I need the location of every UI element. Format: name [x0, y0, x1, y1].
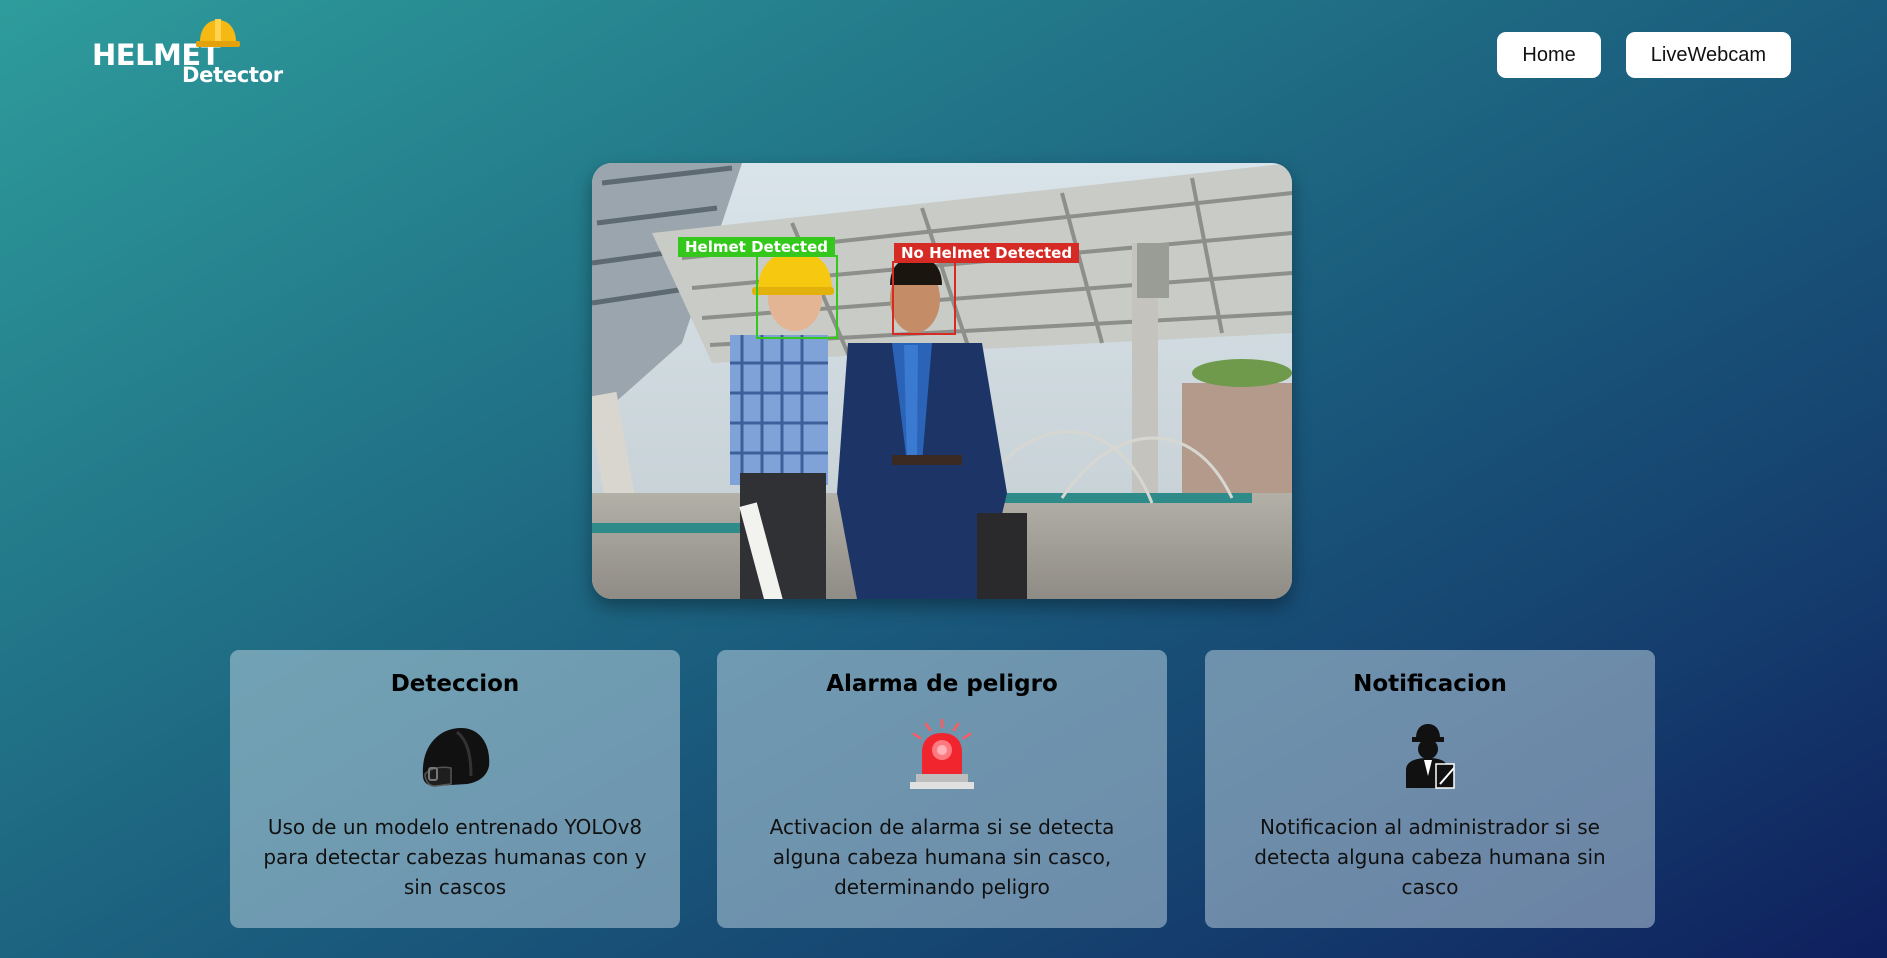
- card-text: Activacion de alarma si se detecta algun…: [769, 815, 1115, 899]
- card-text: Uso de un modelo entrenado YOLOv8 para d…: [263, 815, 647, 899]
- helmet-detection-box: [756, 255, 838, 339]
- helmet-detected-label: Helmet Detected: [678, 237, 836, 257]
- helmet-icon: [422, 728, 490, 787]
- construction-photo: [592, 163, 1292, 599]
- card-text: Notificacion al administrador si se dete…: [1254, 815, 1606, 899]
- card-notificacion: Notificacion Notificacion al administrad…: [1205, 650, 1655, 928]
- card-deteccion: Deteccion Uso de un modelo entrenado YOL…: [230, 650, 680, 928]
- card-alarma: Alarma de peligro Activacion de alarma s…: [717, 650, 1167, 928]
- logo-word-detector: Detector: [182, 63, 283, 87]
- helmet-logo-icon: [196, 19, 240, 47]
- logo[interactable]: HELMET Detector: [92, 18, 292, 90]
- nav-livewebcam-button[interactable]: LiveWebcam: [1625, 32, 1791, 78]
- card-title: Alarma de peligro: [826, 671, 1058, 697]
- siren-icon: [910, 718, 974, 789]
- nav-home-button[interactable]: Home: [1497, 32, 1601, 78]
- no-helmet-detected-label: No Helmet Detected: [894, 243, 1080, 263]
- no-helmet-detection-box: [892, 261, 956, 335]
- card-title: Notificacion: [1353, 671, 1507, 697]
- worker-icon: [1406, 724, 1455, 789]
- card-title: Deteccion: [390, 671, 520, 697]
- top-nav: Home LiveWebcam: [1497, 32, 1791, 78]
- feature-cards: Deteccion Uso de un modelo entrenado YOL…: [230, 650, 1656, 928]
- hero-image: Helmet Detected No Helmet Detected: [592, 163, 1292, 599]
